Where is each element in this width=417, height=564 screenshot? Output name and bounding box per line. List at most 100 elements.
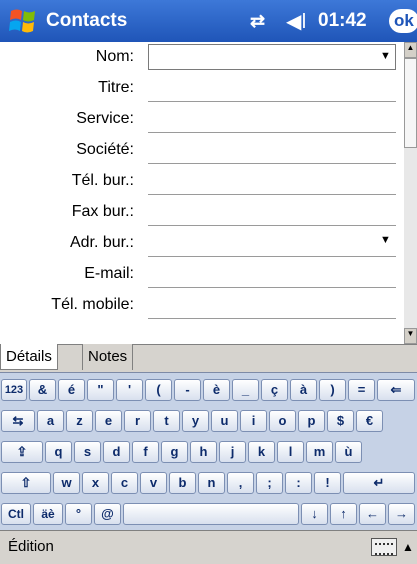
shift-key[interactable]: ⇧ [1,472,51,494]
field-row-adr-bur: Adr. bur.: ▼ [0,228,404,259]
field-label: Adr. bur.: [69,234,134,251]
caps-lock-key[interactable]: ⇪ [1,441,43,463]
vertical-scrollbar[interactable]: ▲ ▼ [404,42,417,344]
scroll-up-icon[interactable]: ▲ [404,42,417,58]
connectivity-icon[interactable]: ⇄ [250,11,265,32]
key[interactable]: @ [94,503,121,525]
department-input[interactable] [148,132,396,133]
keyboard-row: ⇆ a z e r t y u i o p $ € [0,408,417,434]
work-phone-input[interactable] [148,194,396,195]
mobile-phone-input[interactable] [148,318,396,319]
key[interactable]: r [124,410,151,432]
enter-key[interactable]: ↵ [343,472,415,494]
key[interactable]: ( [145,379,172,401]
key[interactable]: f [132,441,159,463]
edit-menu[interactable]: Édition [8,538,54,555]
key-123[interactable]: 123 [1,379,27,401]
key[interactable]: ù [335,441,362,463]
key[interactable]: " [87,379,114,401]
key[interactable]: é [58,379,85,401]
key[interactable]: : [285,472,312,494]
ok-button[interactable]: ok [389,9,417,33]
key[interactable]: ) [319,379,346,401]
key[interactable]: z [66,410,93,432]
space-key[interactable] [123,503,299,525]
field-label: Société: [76,141,134,158]
title-input[interactable] [148,101,396,102]
keyboard-icon[interactable] [371,538,397,556]
key[interactable]: a [37,410,64,432]
key[interactable]: n [198,472,225,494]
key[interactable]: $ [327,410,354,432]
chevron-down-icon[interactable]: ▼ [380,234,391,246]
key[interactable]: w [53,472,80,494]
scroll-thumb[interactable] [404,58,417,148]
tab-key[interactable]: ⇆ [1,410,35,432]
arrow-down-key[interactable]: ↓ [301,503,328,525]
work-fax-input[interactable] [148,225,396,226]
tab-details[interactable]: Détails [0,344,58,370]
name-input[interactable] [148,44,396,70]
scroll-down-icon[interactable]: ▼ [404,328,417,344]
key[interactable]: v [140,472,167,494]
key[interactable]: b [169,472,196,494]
key[interactable]: ' [116,379,143,401]
keyboard-row: ⇪ q s d f g h j k l m ù [0,439,417,465]
tab-notes[interactable]: Notes [82,344,134,370]
key[interactable]: c [111,472,138,494]
keyboard-row: 123 & é " ' ( - è _ ç à ) = ⇐ [0,377,417,403]
arrow-left-key[interactable]: ← [359,503,386,525]
key[interactable]: è [203,379,230,401]
field-row-tel-mobile: Tél. mobile: [0,290,404,321]
field-label: Service: [76,110,134,127]
key[interactable]: j [219,441,246,463]
volume-icon[interactable]: ◀ǀ [286,9,307,34]
accent-key[interactable]: äè [33,503,63,525]
key[interactable]: d [103,441,130,463]
key[interactable]: t [153,410,180,432]
key[interactable]: ç [261,379,288,401]
key[interactable]: , [227,472,254,494]
keyboard-row: ⇧ w x c v b n , ; : ! ↵ [0,470,417,496]
company-input[interactable] [148,163,396,164]
key[interactable]: o [269,410,296,432]
key[interactable]: i [240,410,267,432]
field-label: Tél. bur.: [71,172,134,189]
key[interactable]: l [277,441,304,463]
key[interactable]: à [290,379,317,401]
key[interactable]: m [306,441,333,463]
key[interactable]: & [29,379,56,401]
key[interactable]: e [95,410,122,432]
key[interactable]: € [356,410,383,432]
key[interactable]: y [182,410,209,432]
key[interactable]: h [190,441,217,463]
tab-strip: Détails Notes [0,344,417,373]
field-row-nom: Nom: ▼ [0,42,404,73]
key[interactable]: g [161,441,188,463]
key[interactable]: = [348,379,375,401]
key[interactable]: k [248,441,275,463]
key[interactable]: ; [256,472,283,494]
key[interactable]: - [174,379,201,401]
clock[interactable]: 01:42 [318,10,367,32]
key[interactable]: u [211,410,238,432]
chevron-up-icon[interactable]: ▲ [402,540,414,554]
key[interactable]: _ [232,379,259,401]
key[interactable]: p [298,410,325,432]
key[interactable]: s [74,441,101,463]
key[interactable]: ° [65,503,92,525]
key[interactable]: x [82,472,109,494]
arrow-right-key[interactable]: → [388,503,415,525]
arrow-up-key[interactable]: ↑ [330,503,357,525]
chevron-down-icon[interactable]: ▼ [380,50,391,62]
work-address-input[interactable] [148,256,396,257]
email-input[interactable] [148,287,396,288]
start-menu-icon[interactable] [8,6,38,36]
key[interactable]: ! [314,472,341,494]
soft-keyboard: 123 & é " ' ( - è _ ç à ) = ⇐ ⇆ a z e r … [0,372,417,531]
field-row-societe: Société: [0,135,404,166]
field-label: Tél. mobile: [51,296,134,313]
ctrl-key[interactable]: Ctl [1,503,31,525]
backspace-key[interactable]: ⇐ [377,379,415,401]
key[interactable]: q [45,441,72,463]
